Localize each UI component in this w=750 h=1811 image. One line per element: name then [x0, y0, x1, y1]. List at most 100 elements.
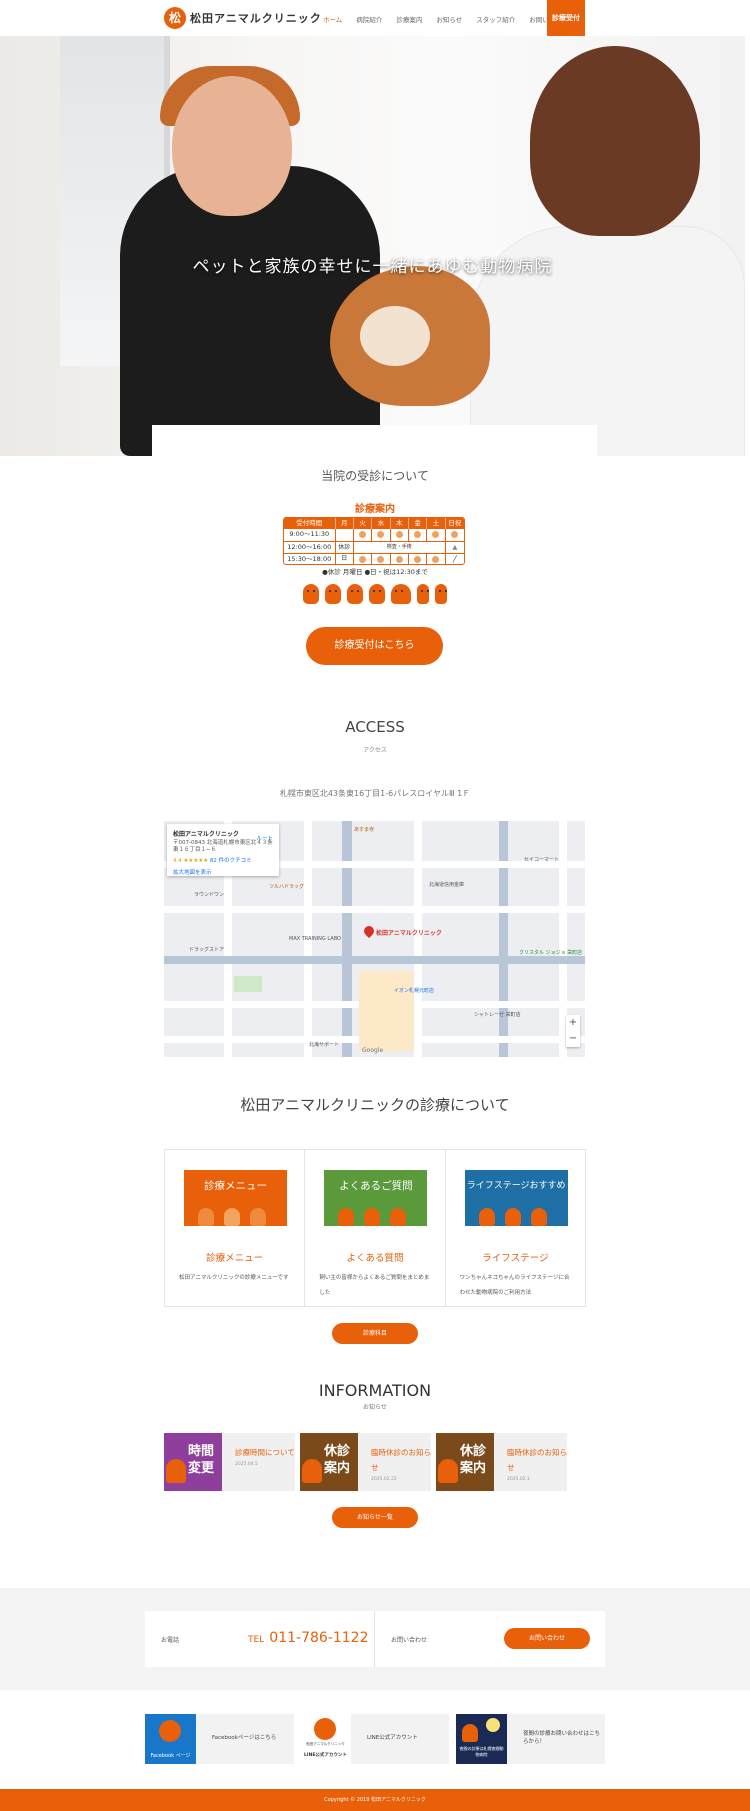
departments-button[interactable]: 診療科目 [332, 1323, 418, 1344]
cat-icon [338, 1208, 355, 1226]
news-title[interactable]: 診療時間について [235, 1445, 295, 1460]
inquiry-button[interactable]: お問い合わせ [504, 1628, 590, 1649]
zoom-in-button[interactable]: + [566, 1015, 580, 1031]
card-image-label: ライフステージおすすめ [466, 1181, 566, 1191]
clinic-logo-icon [314, 1718, 336, 1740]
google-logo: Google [362, 1047, 384, 1054]
schedule-head-day: 金 [409, 518, 428, 529]
card-title[interactable]: ライフステージ [446, 1250, 585, 1264]
cat-icon [325, 584, 341, 604]
google-map[interactable]: あすま寺 ラウンドワン 北海道信用金庫 セイコーマート ドラッグストア MAX … [164, 821, 585, 1057]
nav-item-staff[interactable]: スタッフ紹介 [476, 14, 515, 24]
map-label: シャトレーゼ 栄町店 [474, 1012, 521, 1018]
facebook-banner[interactable]: Facebook ページ Facebookページはこちら [145, 1714, 294, 1764]
schedule-row: 15:30～18:00 ╱ [284, 553, 464, 564]
news-title[interactable]: 臨時休診のお知らせ [507, 1445, 567, 1475]
note-sunday: ●日・祝は12:30まで [364, 568, 428, 576]
card-faq-image: よくあるご質問 [324, 1170, 428, 1226]
card-lifestage[interactable]: ライフステージおすすめ ライフステージ ワンちゃんネコちゃんのライフステージに合… [446, 1150, 585, 1306]
card-title[interactable]: よくある質問 [305, 1250, 444, 1264]
card-title[interactable]: 診療メニュー [165, 1250, 304, 1264]
open-dot-icon [414, 555, 422, 563]
map-main-road [499, 821, 508, 1057]
open-dot-icon [432, 530, 440, 538]
card-faq[interactable]: よくあるご質問 よくある質問 飼い主の皆様からよくあるご質問をまとめました [305, 1150, 446, 1306]
nav-item-news[interactable]: お知らせ [436, 14, 462, 24]
night-clinic-banner[interactable]: 夜間の診療は札幌夜間動物病院 夜間の診療お問い合わせはこちらから！ [456, 1714, 605, 1764]
map-route-link[interactable]: ルート [256, 834, 273, 842]
site-header: 松 松田アニマルクリニック ホーム 病院紹介 診療案内 お知らせ スタッフ紹介 … [0, 0, 750, 36]
schedule-time: 12:00～16:00 [284, 542, 336, 553]
night-clinic-image: 夜間の診療は札幌夜間動物病院 [456, 1714, 507, 1764]
reception-button[interactable]: 診療受付 [547, 0, 585, 36]
news-item[interactable]: 休診案内 臨時休診のお知らせ 2025.02.22 [300, 1433, 431, 1491]
phone-number[interactable]: TEL 011-786-1122 [248, 1627, 368, 1646]
news-list-button[interactable]: お知らせ一覧 [332, 1507, 418, 1528]
map-label: セイコーマート [524, 857, 560, 863]
schedule-row: 9:00～11:30 [284, 529, 464, 541]
facebook-image: Facebook ページ [145, 1714, 196, 1764]
hamster-icon [390, 1208, 407, 1226]
slash-icon: ╱ [452, 555, 457, 563]
night-clinic-text: 夜間の診療お問い合わせはこちらから！ [507, 1714, 605, 1764]
news-title[interactable]: 臨時休診のお知らせ [371, 1445, 431, 1475]
map-pin-label: 松田アニマルクリニック [376, 930, 442, 937]
hero-tagline: ペットと家族の幸せに一緒にあゆむ動物病院 [192, 257, 553, 277]
schedule-closed-cell [336, 529, 354, 541]
open-dot-icon [395, 530, 403, 538]
schedule-closed-label: 休診日 [336, 542, 354, 562]
inquiry-label: お問い合わせ [391, 1637, 428, 1644]
phone-label: お電話 [161, 1637, 180, 1644]
tel-number: 011-786-1122 [269, 1630, 369, 1646]
schedule-note: ●休診 月曜日 ●日・祝は12:30まで [0, 566, 750, 576]
hero-image: ペットと家族の幸せに一緒にあゆむ動物病院 [0, 36, 745, 456]
zoom-out-button[interactable]: − [566, 1031, 580, 1047]
facebook-text: Facebookページはこちら [196, 1714, 294, 1764]
schedule-time: 9:00～11:30 [284, 529, 336, 541]
map-park [234, 976, 262, 992]
consult-title: 当院の受診について [321, 469, 429, 483]
dog-icon [347, 584, 363, 604]
clinic-logo-icon[interactable]: 松 [164, 7, 186, 29]
news-date: 2025.04.5 [235, 1462, 258, 1467]
open-dot-icon [395, 555, 403, 563]
consult-reception-button[interactable]: 診療受付はこちら [306, 627, 443, 665]
site-footer: Copyright © 2019 松田アニマルクリニック [0, 1789, 750, 1811]
cat-icon [530, 1208, 547, 1226]
line-banner[interactable]: 松田アニマルクリニック LINE公式アカウント LINE公式アカウント [300, 1714, 449, 1764]
hero-overlap-panel [152, 425, 597, 465]
schedule-head-day: 水 [372, 518, 391, 529]
news-item[interactable]: 時間変更 診療時間について 2025.04.5 [164, 1433, 295, 1491]
schedule-title: 診療案内 [355, 504, 395, 515]
hedgehog-icon [391, 584, 411, 604]
location-pin-icon[interactable] [361, 923, 377, 939]
rabbit-icon [478, 1208, 495, 1226]
clinic-logo-text[interactable]: 松田アニマルクリニック [190, 10, 322, 26]
map-rating: 4.4 ★★★★★ [173, 858, 209, 864]
access-title: ACCESS [345, 718, 405, 736]
nav-item-about[interactable]: 病院紹介 [356, 14, 382, 24]
line-image: 松田アニマルクリニック LINE公式アカウント [300, 1714, 351, 1764]
facebook-icon: Facebook ページ [150, 1753, 191, 1759]
map-place-card: 松田アニマルクリニック 〒007-0843 北海道札幌市東区北４３条東１６丁目１… [167, 824, 279, 876]
map-reviews-link[interactable]: 82 件のクチコミ [210, 858, 252, 864]
dog-icon [462, 1724, 478, 1742]
nav-item-guide[interactable]: 診療案内 [396, 14, 422, 24]
nav-item-home[interactable]: ホーム [323, 14, 342, 24]
rabbit-icon [224, 1208, 240, 1226]
news-thumbnail: 休診案内 [300, 1433, 358, 1491]
news-body: 臨時休診のお知らせ 2025.02.22 [358, 1433, 431, 1491]
news-date: 2025.02.1 [507, 1477, 530, 1482]
dog-icon [364, 1208, 381, 1226]
news-item[interactable]: 休診案内 臨時休診のお知らせ 2025.02.1 [436, 1433, 567, 1491]
open-dot-icon [414, 530, 422, 538]
clinic-logo-icon [159, 1720, 181, 1742]
main-nav: ホーム 病院紹介 診療案内 お知らせ スタッフ紹介 お問い合わせ [323, 14, 568, 24]
map-larger-link[interactable]: 拡大地図を表示 [173, 868, 273, 876]
news-thumbnail-label: 休診案内 [459, 1444, 486, 1476]
map-building [359, 971, 414, 1051]
cat-icon [250, 1208, 266, 1226]
map-label: あすま寺 [354, 827, 375, 833]
note-closed-day: ●休診 月曜日 [322, 568, 363, 576]
card-menu[interactable]: 診療メニュー 診療メニュー 松田アニマルクリニックの診療メニューです [165, 1150, 306, 1306]
